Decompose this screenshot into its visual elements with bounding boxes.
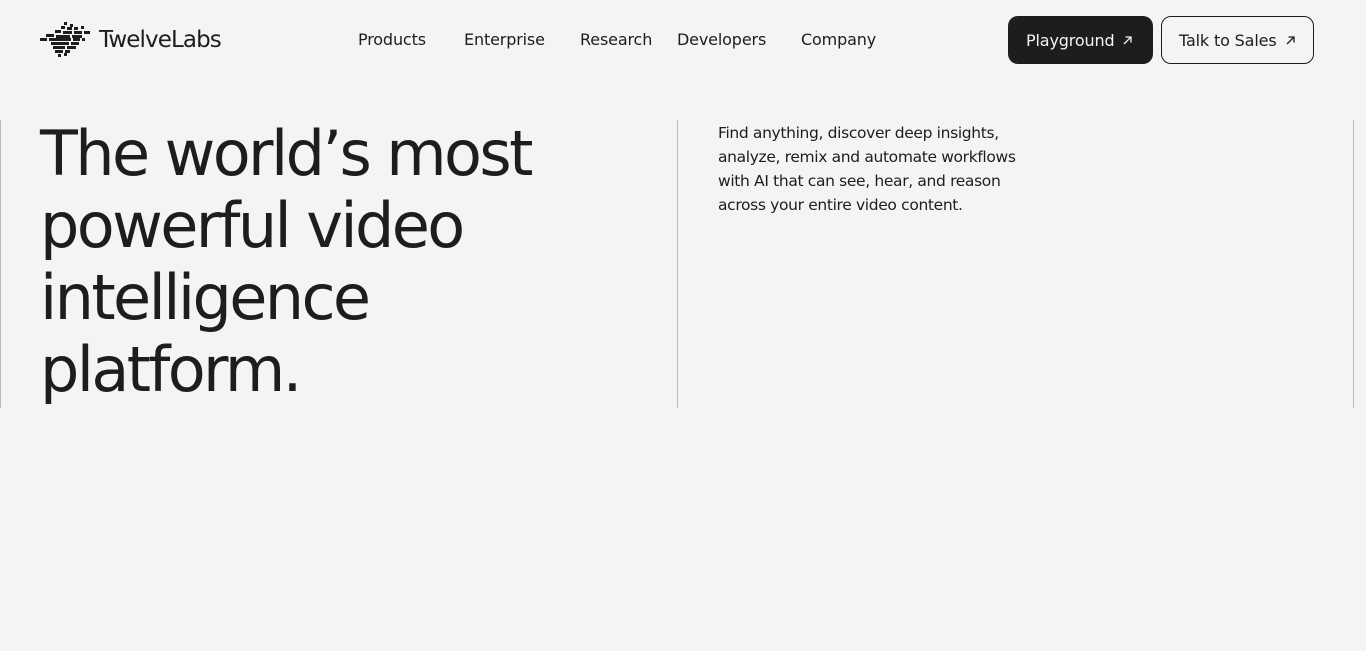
talk-to-sales-button[interactable]: Talk to Sales <box>1161 16 1314 64</box>
hero-description-line: Find anything, discover deep insights, <box>718 124 999 142</box>
arrow-up-right-icon <box>1286 35 1295 44</box>
nav-item-developers[interactable]: Developers <box>677 28 766 52</box>
nav-item-research[interactable]: Research <box>580 28 652 52</box>
brand-name: TwelveLabs <box>99 26 222 53</box>
nav-item-company[interactable]: Company <box>801 28 876 52</box>
left-divider <box>0 120 1 408</box>
twelvelabs-mark-icon <box>40 22 90 57</box>
hero-title-line: The world’s most <box>40 117 533 190</box>
nav-item-enterprise[interactable]: Enterprise <box>464 28 545 52</box>
hero-description-line: with AI that can see, hear, and reason <box>718 172 1001 190</box>
playground-button-label: Playground <box>1026 30 1115 50</box>
hero-title: The world’s most powerful video intellig… <box>40 118 660 406</box>
playground-button[interactable]: Playground <box>1008 16 1153 64</box>
hero-title-line: powerful video <box>40 189 465 262</box>
hero-description-line: across your entire video content. <box>718 196 963 214</box>
nav-item-products[interactable]: Products <box>358 28 426 52</box>
talk-to-sales-button-label: Talk to Sales <box>1179 30 1277 50</box>
arrow-up-right-icon <box>1124 35 1133 44</box>
hero-title-line: intelligence <box>40 261 371 334</box>
right-divider <box>1353 120 1354 408</box>
site-header: TwelveLabs Products Enterprise Research … <box>0 0 1366 80</box>
logo-link[interactable]: TwelveLabs <box>40 21 222 59</box>
center-divider <box>677 120 678 408</box>
hero-description: Find anything, discover deep insights, a… <box>718 121 1048 217</box>
hero-description-line: analyze, remix and automate workflows <box>718 148 1016 166</box>
hero-title-line: platform. <box>40 333 302 406</box>
